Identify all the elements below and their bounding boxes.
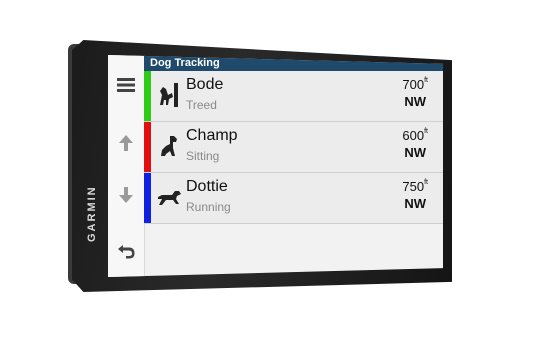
dog-status: Running bbox=[186, 200, 231, 214]
dog-color-stripe bbox=[144, 122, 151, 172]
dog-distance: 600ft bbox=[402, 128, 428, 143]
dog-distance: 750ft bbox=[402, 179, 428, 194]
back-arrow-icon bbox=[118, 245, 135, 259]
dog-status: Treed bbox=[186, 98, 217, 112]
dog-row-dottie[interactable]: Dottie Running 750ft NW bbox=[144, 173, 443, 224]
dog-direction: NW bbox=[404, 196, 426, 211]
dog-running-icon bbox=[158, 191, 181, 205]
hamburger-menu-icon bbox=[117, 78, 135, 92]
dog-row-bode[interactable]: Bode Treed 700ft NW bbox=[144, 71, 443, 122]
dog-color-stripe bbox=[144, 71, 151, 121]
scroll-down-button[interactable] bbox=[114, 183, 138, 207]
dog-row-champ[interactable]: Champ Sitting 600ft NW bbox=[144, 122, 443, 173]
dog-direction: NW bbox=[404, 94, 426, 109]
dog-treed-icon bbox=[160, 83, 178, 107]
dog-name: Champ bbox=[186, 127, 238, 144]
dog-list: Bode Treed 700ft NW Champ Sitting 600ft … bbox=[144, 71, 443, 224]
dog-sitting-icon bbox=[161, 136, 177, 156]
brand-logo: GARMIN bbox=[86, 185, 98, 242]
back-button[interactable] bbox=[114, 239, 138, 263]
dog-direction: NW bbox=[404, 145, 426, 160]
dog-status: Sitting bbox=[186, 149, 220, 163]
device-screen: Dog Tracking Bode Treed 700ft NW Champ S… bbox=[108, 55, 443, 277]
dog-name: Bode bbox=[186, 76, 224, 93]
control-rail bbox=[108, 55, 145, 277]
dog-name: Dottie bbox=[186, 178, 228, 195]
scroll-up-button[interactable] bbox=[114, 131, 138, 155]
arrow-down-icon bbox=[119, 187, 133, 203]
dog-distance: 700ft bbox=[402, 77, 428, 92]
dog-color-stripe bbox=[144, 173, 151, 223]
arrow-up-icon bbox=[119, 135, 133, 151]
menu-button[interactable] bbox=[114, 73, 138, 97]
